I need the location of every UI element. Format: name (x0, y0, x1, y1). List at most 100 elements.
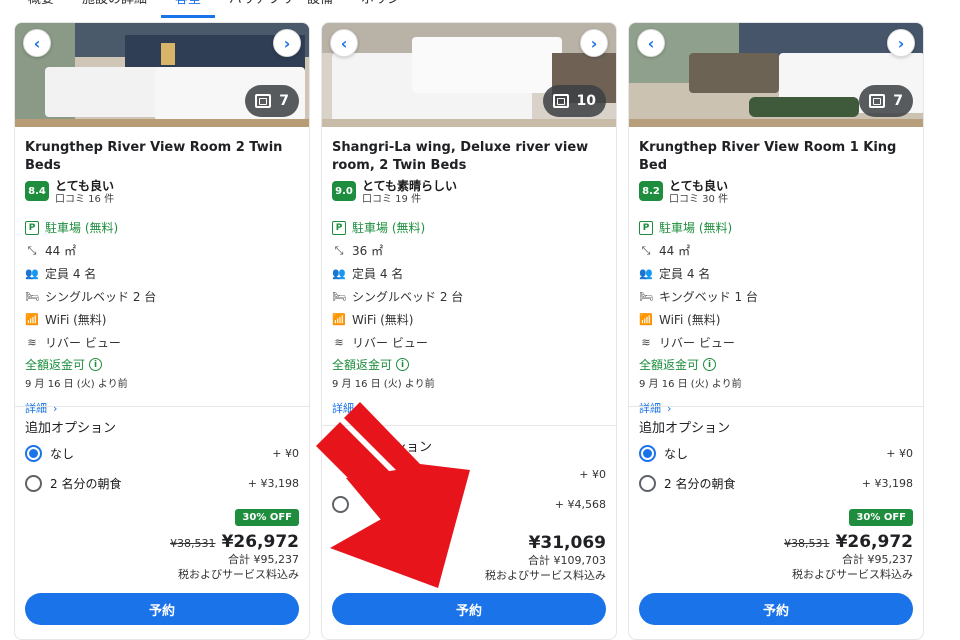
room-title[interactable]: Shangri-La wing, Deluxe river view room,… (332, 139, 606, 175)
amenity-label: 44 ㎡ (45, 244, 77, 258)
gallery-icon (869, 94, 886, 108)
refund-label: 全額返金可 (639, 358, 700, 372)
people-icon: 👥 (639, 267, 653, 280)
amenity-label: 44 ㎡ (659, 244, 691, 258)
prev-photo-button[interactable]: ‹ (23, 29, 51, 57)
parking-icon: P (639, 220, 653, 235)
tax-note: 税およびサービス料込み (792, 568, 913, 581)
next-photo-button[interactable]: › (273, 29, 301, 57)
amenity-list: P 駐車場 (無料) ⤡ 36 ㎡ 👥 定員 4 名 🛏 シングルベッド 2 台 📶 Wi… (332, 216, 606, 354)
info-icon[interactable]: i (89, 358, 103, 371)
option-row[interactable]: 2 名分の朝食 + ¥3,198 (639, 468, 913, 498)
amenity-label: 定員 4 名 (45, 267, 97, 281)
amenity-label: 駐車場 (無料) (45, 221, 119, 235)
photo-count-badge[interactable]: 10 (542, 85, 606, 117)
radio-button[interactable] (25, 444, 42, 462)
info-icon[interactable]: i (396, 358, 410, 371)
refund-deadline: 9 月 16 日 (火) より前 (25, 379, 128, 390)
option-price: + ¥3,198 (861, 476, 913, 490)
parking-icon: P (332, 220, 346, 235)
room-photo[interactable]: ‹ › 10 (322, 23, 616, 127)
info-icon[interactable]: i (703, 358, 717, 371)
details-link[interactable]: 詳細 › (332, 400, 606, 416)
water-view-icon: ≋ (334, 336, 344, 349)
gallery-icon (255, 94, 272, 108)
amenity-label: シングルベッド 2 台 (352, 290, 464, 304)
rating: 8.4 とても良い 口コミ 16 件 (25, 179, 299, 206)
prev-photo-button[interactable]: ‹ (637, 29, 665, 57)
book-button[interactable]: 予約 (332, 593, 606, 625)
tax-note: 税およびサービス料込み (178, 568, 299, 581)
option-row[interactable]: + ¥0 (332, 459, 606, 489)
wifi-icon: 📶 (332, 313, 346, 326)
amenity-label: 定員 4 名 (352, 267, 404, 281)
rating: 8.2 とても良い 口コミ 30 件 (639, 179, 913, 206)
extra-options: 追加オプション なし + ¥0 2 名分の朝食 + ¥3,198 (15, 406, 309, 498)
room-card: ‹ › 7 Krungthep River View Room 2 Twin B… (14, 22, 310, 640)
chevron-left-icon: ‹ (33, 33, 41, 53)
amenity-size: ⤡ 36 ㎡ (332, 239, 606, 262)
room-photo[interactable]: ‹ › 7 (629, 23, 923, 127)
prev-photo-button[interactable]: ‹ (330, 29, 358, 57)
amenity-capacity: 👥 定員 4 名 (25, 262, 299, 285)
bed-icon: 🛏 (25, 290, 39, 303)
option-price: + ¥4,568 (554, 497, 606, 511)
book-button[interactable]: 予約 (25, 593, 299, 625)
amenity-bed: 🛏 キングベッド 1 台 (639, 285, 913, 308)
tab-overview[interactable]: 概要 (0, 0, 68, 18)
chevron-left-icon: ‹ (340, 33, 348, 53)
amenity-list: P 駐車場 (無料) ⤡ 44 ㎡ 👥 定員 4 名 🛏 キングベッド 1 台 📶 WiF… (639, 216, 913, 354)
option-price: + ¥0 (579, 467, 606, 481)
amenity-label: 駐車場 (無料) (659, 221, 733, 235)
room-card: ‹ › 7 Krungthep River View Room 1 King B… (628, 22, 924, 640)
photo-count-badge[interactable]: 7 (859, 85, 913, 117)
rating-label: とても良い (669, 179, 729, 193)
wifi-icon: 📶 (639, 313, 653, 326)
radio-button[interactable] (639, 444, 656, 462)
photo-count-badge[interactable]: 7 (245, 85, 299, 117)
extra-options: 追加オプション なし + ¥0 2 名分の朝食 + ¥3,198 (629, 406, 923, 498)
discount-badge: 30% OFF (235, 509, 299, 526)
option-row[interactable]: 2 名分の朝食 + ¥3,198 (25, 468, 299, 498)
option-row[interactable]: なし + ¥0 (25, 438, 299, 468)
tab-facility-details[interactable]: 施設の詳細 (68, 0, 161, 18)
amenity-label: シングルベッド 2 台 (45, 290, 157, 304)
total-price: 合計 ¥95,237 (842, 553, 913, 566)
rating-label: とても素晴らしい (362, 179, 458, 193)
amenity-label: 駐車場 (無料) (352, 221, 426, 235)
tab-policy[interactable]: ポリシー (347, 0, 427, 18)
radio-button[interactable] (332, 495, 349, 513)
tab-rooms[interactable]: 客室 (161, 0, 216, 18)
people-icon: 👥 (332, 267, 346, 280)
rating-label: とても良い (55, 179, 115, 193)
refund-deadline: 9 月 16 日 (火) より前 (639, 379, 742, 390)
tab-accessibility[interactable]: バリアフリー設備 (215, 0, 347, 18)
option-row[interactable]: + ¥4,568 (332, 489, 606, 519)
refund-policy: 全額返金可 i (25, 356, 299, 373)
next-photo-button[interactable]: › (580, 29, 608, 57)
options-title: 追加オプション (25, 421, 117, 436)
radio-button[interactable] (25, 474, 42, 492)
wifi-icon: 📶 (25, 313, 39, 326)
amenity-bed: 🛏 シングルベッド 2 台 (332, 285, 606, 308)
amenity-label: WiFi (無料) (352, 313, 414, 327)
gallery-icon (552, 94, 569, 108)
photo-count: 10 (576, 93, 596, 109)
book-button[interactable]: 予約 (639, 593, 913, 625)
room-title[interactable]: Krungthep River View Room 2 Twin Beds (25, 139, 299, 175)
room-photo[interactable]: ‹ › 7 (15, 23, 309, 127)
option-label: なし (664, 446, 689, 461)
chevron-right-icon: › (590, 33, 598, 53)
option-label: 2 名分の朝食 (664, 476, 736, 491)
room-card: ‹ › 10 Shangri-La wing, Deluxe river vie… (321, 22, 617, 640)
bed-icon: 🛏 (332, 290, 346, 303)
refund-deadline: 9 月 16 日 (火) より前 (332, 379, 435, 390)
radio-button[interactable] (639, 474, 656, 492)
amenity-view: ≋ リバー ビュー (332, 331, 606, 354)
option-price: + ¥0 (272, 446, 299, 460)
room-title[interactable]: Krungthep River View Room 1 King Bed (639, 139, 913, 175)
total-price: 合計 ¥109,703 (528, 554, 606, 567)
next-photo-button[interactable]: › (887, 29, 915, 57)
chevron-right-icon: › (897, 33, 905, 53)
option-row[interactable]: なし + ¥0 (639, 438, 913, 468)
